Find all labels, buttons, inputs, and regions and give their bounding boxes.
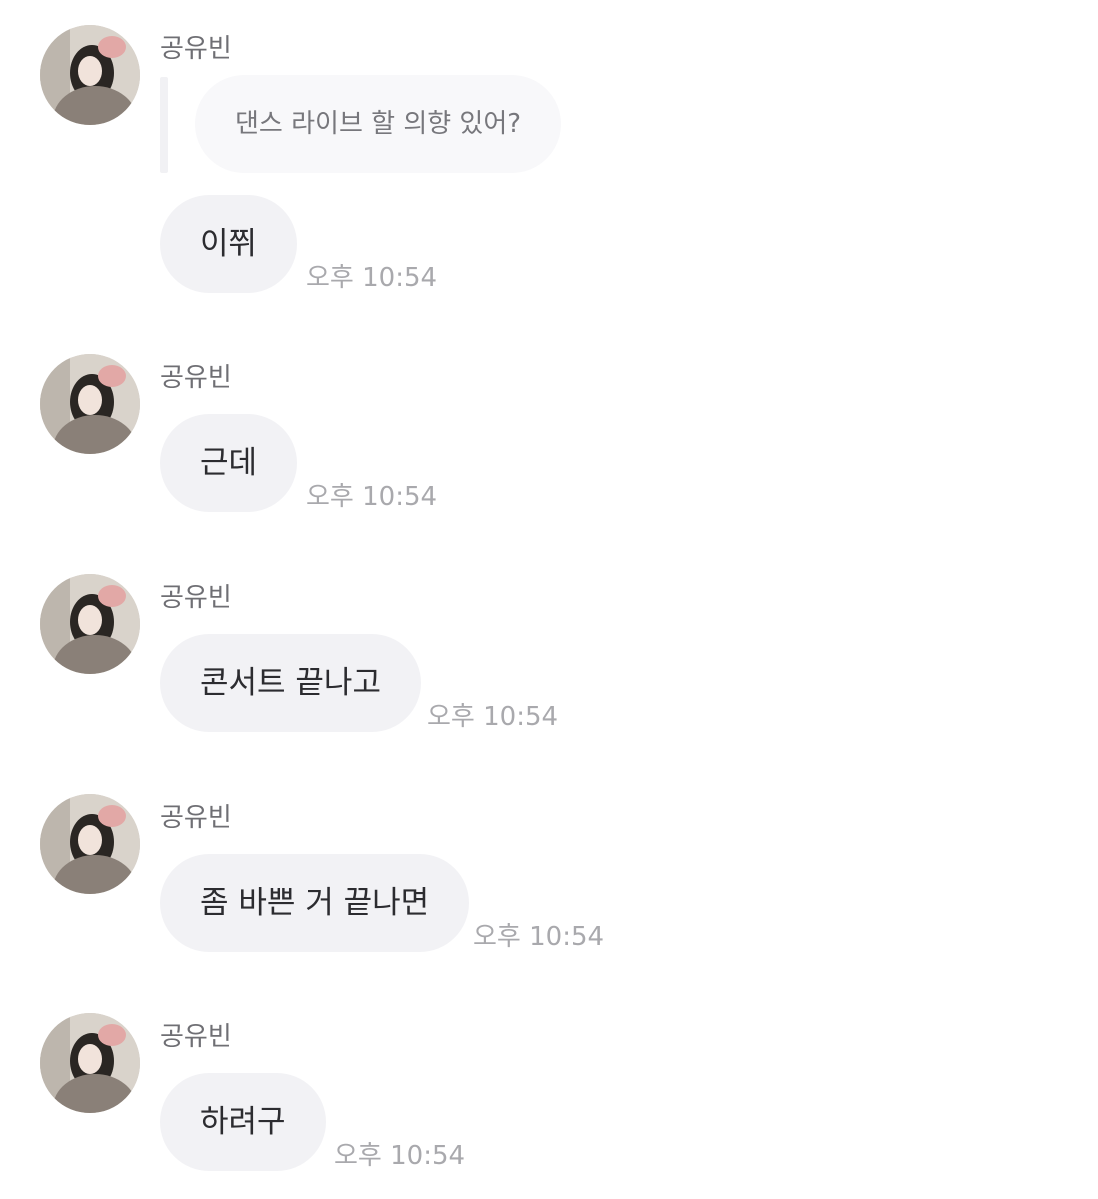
sender-name: 공유빈 — [160, 583, 232, 613]
sender-name: 공유빈 — [160, 34, 232, 64]
profile-photo-icon — [40, 354, 140, 454]
quoted-message[interactable]: 댄스 라이브 할 의향 있어? — [195, 75, 562, 173]
quote-bar — [160, 77, 168, 173]
message-bubble[interactable]: 이쮜 — [160, 195, 298, 293]
sender-name: 공유빈 — [160, 363, 232, 393]
message-bubble[interactable]: 하려구 — [160, 1073, 326, 1171]
sender-name: 공유빈 — [160, 1022, 232, 1052]
message-bubble[interactable]: 근데 — [160, 414, 298, 512]
avatar[interactable] — [40, 354, 140, 454]
profile-photo-icon — [40, 574, 140, 674]
message-timestamp: 오후 10:54 — [427, 702, 559, 732]
profile-photo-icon — [40, 25, 140, 125]
message-bubble[interactable]: 콘서트 끝나고 — [160, 634, 421, 732]
message-bubble[interactable]: 좀 바쁜 거 끝나면 — [160, 854, 470, 952]
message-timestamp: 오후 10:54 — [306, 482, 438, 512]
avatar[interactable] — [40, 25, 140, 125]
profile-photo-icon — [40, 1013, 140, 1113]
avatar[interactable] — [40, 1013, 140, 1113]
message-timestamp: 오후 10:54 — [473, 922, 605, 952]
message-timestamp: 오후 10:54 — [334, 1141, 466, 1171]
profile-photo-icon — [40, 794, 140, 894]
sender-name: 공유빈 — [160, 803, 232, 833]
avatar[interactable] — [40, 794, 140, 894]
message-timestamp: 오후 10:54 — [306, 263, 438, 293]
avatar[interactable] — [40, 574, 140, 674]
